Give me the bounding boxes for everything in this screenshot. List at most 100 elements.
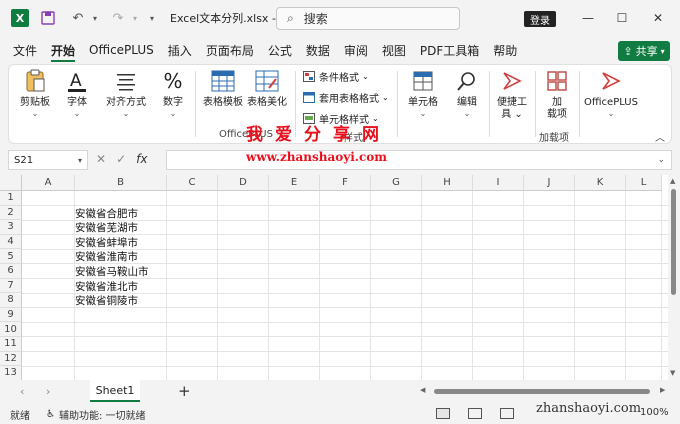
normal-view-icon[interactable] (436, 408, 450, 419)
row-header[interactable]: 2 (0, 205, 22, 221)
clipboard-icon (21, 67, 49, 95)
cancel-icon[interactable]: ✕ (96, 152, 106, 166)
tab-data[interactable]: 数据 (299, 38, 337, 62)
worksheet-grid[interactable]: A B C D E F G H I J K L 1 2 3 4 5 6 7 8 9 10 11 12 13 安徽省合肥市 安徽省芜湖… (0, 175, 668, 380)
row-header[interactable]: 13 (0, 366, 22, 380)
tab-page-layout[interactable]: 页面布局 (199, 38, 261, 62)
formula-input[interactable]: ⌄ (166, 150, 672, 170)
column-header[interactable]: C (167, 175, 218, 191)
close-button[interactable]: ✕ (648, 8, 668, 28)
tab-officeplus[interactable]: OfficePLUS (82, 38, 161, 62)
tab-pdf-tools[interactable]: PDF工具箱 (413, 38, 486, 62)
zoom-level[interactable]: 100% (640, 407, 669, 418)
select-all-corner[interactable] (0, 175, 22, 191)
column-header[interactable]: E (269, 175, 320, 191)
column-header[interactable]: A (22, 175, 75, 191)
cell-b2[interactable]: 安徽省合肥市 (75, 206, 138, 221)
cell-b5[interactable]: 安徽省淮南市 (75, 249, 138, 264)
cell-b4[interactable]: 安徽省蚌埠市 (75, 235, 138, 250)
page-layout-view-icon[interactable] (468, 408, 482, 419)
expand-formula-icon[interactable]: ⌄ (657, 155, 665, 165)
column-header[interactable]: B (75, 175, 167, 191)
tab-insert[interactable]: 插入 (161, 38, 199, 62)
tab-file[interactable]: 文件 (6, 38, 44, 62)
column-header[interactable]: K (575, 175, 626, 191)
login-button[interactable]: 登录 (524, 11, 556, 27)
save-icon[interactable] (36, 6, 60, 30)
format-table-icon (303, 92, 315, 103)
vertical-scrollbar[interactable]: ▲ ▼ (668, 175, 680, 380)
addins-button[interactable]: 加 载项 (539, 67, 575, 121)
scroll-left-icon[interactable]: ◀ (420, 386, 425, 394)
editing-button[interactable]: 编辑 ⌄ (449, 67, 485, 118)
column-header[interactable]: J (524, 175, 575, 191)
tab-review[interactable]: 审阅 (337, 38, 375, 62)
grid-row-line (22, 321, 668, 323)
function-icon[interactable]: fx (136, 152, 147, 166)
customize-toolbar-icon[interactable]: ▾ (146, 6, 158, 30)
tab-formulas[interactable]: 公式 (261, 38, 299, 62)
grid-row-line (22, 365, 668, 367)
cell-b7[interactable]: 安徽省淮北市 (75, 279, 138, 294)
format-as-table-button[interactable]: 套用表格格式 ⌄ (303, 90, 389, 105)
accessibility-icon: ♿ (46, 408, 55, 420)
page-break-view-icon[interactable] (500, 408, 514, 419)
cell-b8[interactable]: 安徽省铜陵市 (75, 293, 138, 308)
add-sheet-button[interactable]: + (178, 382, 191, 400)
maximize-button[interactable]: ☐ (612, 8, 632, 28)
scroll-up-icon[interactable]: ▲ (670, 177, 675, 185)
accessibility-status[interactable]: ♿ 辅助功能: 一切就绪 (46, 407, 146, 422)
column-header[interactable]: F (320, 175, 371, 191)
convenience-tools-button[interactable]: 便捷工 具 ⌄ (493, 67, 531, 121)
share-button[interactable]: ⇪ 共享 ▾ (618, 41, 670, 61)
clipboard-button[interactable]: 剪贴板 ⌄ (13, 67, 57, 118)
row-header[interactable]: 6 (0, 264, 22, 279)
cell-b3[interactable]: 安徽省芜湖市 (75, 220, 138, 235)
next-sheet-icon[interactable]: › (46, 385, 50, 398)
collapse-ribbon-icon[interactable]: ︿ (655, 129, 665, 144)
column-header[interactable]: I (473, 175, 524, 191)
chevron-down-icon: ▾ (77, 155, 82, 165)
table-template-button[interactable]: 表格模板 (203, 67, 243, 109)
sheet-tab[interactable]: Sheet1 (90, 380, 140, 402)
svg-text:A: A (70, 71, 82, 91)
column-header[interactable]: G (371, 175, 422, 191)
minimize-button[interactable]: — (578, 8, 598, 28)
grid-row-line (22, 351, 668, 352)
row-header[interactable]: 1 (0, 191, 22, 206)
row-header[interactable]: 4 (0, 234, 22, 250)
officeplus-button[interactable]: OfficePLUS ⌄ (583, 67, 639, 118)
prev-sheet-icon[interactable]: ‹ (20, 385, 24, 398)
row-header[interactable]: 10 (0, 322, 22, 337)
column-header[interactable]: H (422, 175, 473, 191)
name-box[interactable]: S21 ▾ (8, 150, 88, 170)
row-header[interactable]: 7 (0, 278, 22, 294)
table-beautify-button[interactable]: 表格美化 (247, 67, 287, 109)
number-button[interactable]: % 数字 ⌄ (157, 67, 189, 118)
horizontal-scrollbar[interactable]: ◀ ▶ (420, 386, 668, 395)
conditional-format-button[interactable]: 条件格式 ⌄ (303, 69, 369, 84)
column-header[interactable]: L (626, 175, 662, 191)
tab-help[interactable]: 帮助 (486, 38, 524, 62)
alignment-button[interactable]: 对齐方式 ⌄ (101, 67, 151, 118)
tab-home[interactable]: 开始 (44, 38, 82, 62)
row-header[interactable]: 11 (0, 337, 22, 352)
row-header[interactable]: 3 (0, 220, 22, 235)
undo-icon[interactable]: ↶ (66, 6, 90, 30)
scroll-right-icon[interactable]: ▶ (660, 386, 665, 394)
tab-view[interactable]: 视图 (375, 38, 413, 62)
cell-b6[interactable]: 安徽省马鞍山市 (75, 264, 149, 279)
redo-icon[interactable]: ↷ (106, 6, 130, 30)
redo-dropdown-icon[interactable]: ▾ (130, 6, 140, 30)
column-header[interactable]: D (218, 175, 269, 191)
undo-dropdown-icon[interactable]: ▾ (90, 6, 100, 30)
row-header[interactable]: 8 (0, 293, 22, 308)
search-input[interactable]: ⌕ 搜索 (276, 7, 460, 30)
row-header[interactable]: 9 (0, 307, 22, 323)
row-header[interactable]: 12 (0, 351, 22, 367)
scroll-down-icon[interactable]: ▼ (670, 369, 675, 377)
enter-icon[interactable]: ✓ (116, 152, 126, 166)
cells-button[interactable]: 单元格 ⌄ (403, 67, 443, 118)
font-button[interactable]: A 字体 ⌄ (59, 67, 95, 118)
row-header[interactable]: 5 (0, 249, 22, 264)
